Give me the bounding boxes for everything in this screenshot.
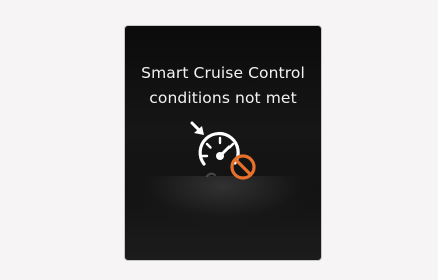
message-line-1: Smart Cruise Control: [141, 64, 305, 82]
cruise-icon-svg: [190, 121, 256, 180]
message-line-2: conditions not met: [149, 89, 297, 107]
cluster-display: Smart Cruise Control conditions not met: [124, 25, 322, 261]
arrow-pointer-icon: [190, 121, 204, 135]
cruise-warning-icon-group: [183, 118, 267, 190]
prohibited-icon: [230, 154, 256, 180]
